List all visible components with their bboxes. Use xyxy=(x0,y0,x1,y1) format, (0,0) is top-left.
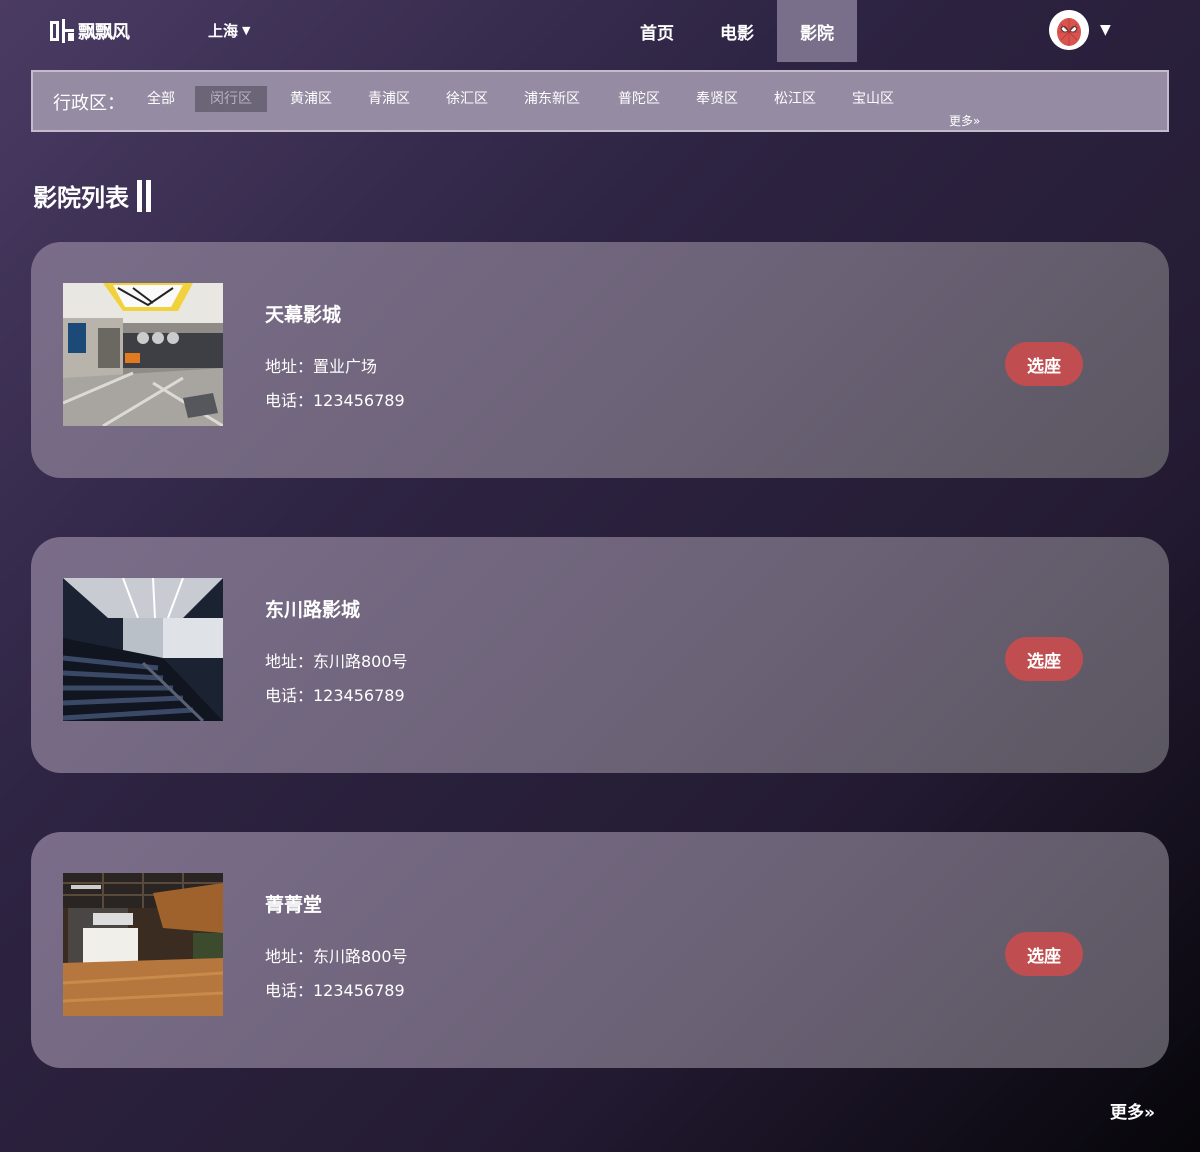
nav-cinemas[interactable]: 影院 xyxy=(777,0,857,62)
district-putuo[interactable]: 普陀区 xyxy=(603,86,675,112)
cinema-photo xyxy=(63,873,223,1016)
cinema-name[interactable]: 东川路影城 xyxy=(265,595,360,622)
district-filter-label: 行政区： xyxy=(53,93,125,114)
city-label: 上海 xyxy=(208,22,239,40)
cinema-address: 地址：东川路800号 xyxy=(265,947,408,966)
city-selector[interactable]: 上海 ▼ xyxy=(208,20,250,41)
cinema-photo xyxy=(63,578,223,721)
nav-home[interactable]: 首页 xyxy=(617,0,697,62)
nav-home-label: 首页 xyxy=(640,23,674,44)
more-cinemas-link[interactable]: 更多» xyxy=(1110,1098,1155,1123)
district-songjiang[interactable]: 松江区 xyxy=(759,86,831,112)
district-xuhui[interactable]: 徐汇区 xyxy=(431,86,503,112)
select-seat-button[interactable]: 选座 xyxy=(1005,342,1083,386)
cinema-card: 天幕影城 地址：置业广场 电话：123456789 选座 xyxy=(31,242,1169,478)
district-all[interactable]: 全部 xyxy=(132,86,190,112)
spiderman-avatar-icon xyxy=(1049,10,1089,50)
site-logo[interactable]: 飘飘风 xyxy=(50,18,130,44)
logo-text: 飘飘风 xyxy=(78,22,130,43)
district-pudong[interactable]: 浦东新区 xyxy=(509,86,595,112)
nav-movies[interactable]: 电影 xyxy=(697,0,777,62)
district-minhang[interactable]: 闵行区 xyxy=(195,86,267,112)
cinema-address: 地址：置业广场 xyxy=(265,357,378,376)
district-baoshan[interactable]: 宝山区 xyxy=(837,86,909,112)
cinema-phone: 电话：123456789 xyxy=(265,981,405,1000)
select-seat-button[interactable]: 选座 xyxy=(1005,932,1083,976)
nav-movies-label: 电影 xyxy=(720,23,754,44)
district-fengxian[interactable]: 奉贤区 xyxy=(681,86,753,112)
cinema-name[interactable]: 菁菁堂 xyxy=(265,890,322,917)
user-menu-chevron-icon[interactable]: ▼ xyxy=(1100,22,1111,38)
top-navbar: 飘飘风 上海 ▼ 首页 电影 影院 ▼ xyxy=(0,0,1200,62)
select-seat-button[interactable]: 选座 xyxy=(1005,637,1083,681)
cinema-name[interactable]: 天幕影城 xyxy=(265,300,341,327)
district-filter: 行政区： 全部 闵行区 黄浦区 青浦区 徐汇区 浦东新区 普陀区 奉贤区 松江区… xyxy=(31,70,1169,132)
cinema-address: 地址：东川路800号 xyxy=(265,652,408,671)
title-bars-icon xyxy=(137,179,151,212)
chevron-down-icon: ▼ xyxy=(242,24,251,37)
nav-cinemas-label: 影院 xyxy=(800,23,834,44)
section-title: 影院列表 xyxy=(33,178,151,213)
logo-mark-icon xyxy=(50,19,76,43)
cinema-card: 东川路影城 地址：东川路800号 电话：123456789 选座 xyxy=(31,537,1169,773)
cinema-phone: 电话：123456789 xyxy=(265,391,405,410)
user-avatar[interactable] xyxy=(1049,10,1089,50)
cinema-photo xyxy=(63,283,223,426)
section-title-text: 影院列表 xyxy=(33,184,129,212)
cinema-card: 菁菁堂 地址：东川路800号 电话：123456789 选座 xyxy=(31,832,1169,1068)
cinema-phone: 电话：123456789 xyxy=(265,686,405,705)
main-nav: 首页 电影 影院 xyxy=(617,0,857,62)
district-huangpu[interactable]: 黄浦区 xyxy=(275,86,347,112)
district-more-link[interactable]: 更多» xyxy=(949,112,980,129)
district-qingpu[interactable]: 青浦区 xyxy=(353,86,425,112)
